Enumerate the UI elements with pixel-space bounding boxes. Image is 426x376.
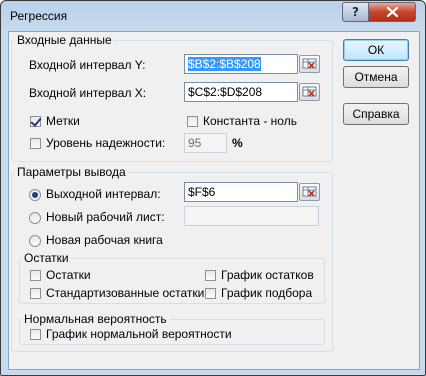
range-picker-y-button[interactable] [299, 55, 320, 73]
new-worksheet-label: Новый рабочий лист: [46, 210, 165, 224]
line-fit-plots-label: График подбора [221, 286, 313, 300]
input-data-group-label: Входные данные [15, 33, 114, 47]
residual-plots-label: График остатков [221, 268, 314, 282]
dialog-title: Регрессия [10, 9, 68, 23]
residuals-label: Остатки [46, 268, 91, 282]
residuals-group-label: Остатки [22, 251, 71, 265]
title-bar[interactable]: Регрессия ? [1, 1, 425, 31]
confidence-level-field[interactable]: 95 [184, 133, 227, 153]
input-x-label: Входной интервал X: [29, 86, 147, 100]
constant-zero-checkbox[interactable] [187, 116, 198, 127]
residual-plots-checkbox[interactable] [205, 270, 216, 281]
labels-checkbox[interactable] [30, 116, 41, 127]
regression-dialog: Регрессия ? Входные данные Входной интер… [0, 0, 426, 376]
confidence-level-label: Уровень надежности: [46, 136, 166, 150]
range-select-icon [302, 186, 317, 197]
range-select-icon [302, 58, 317, 69]
line-fit-plots-checkbox[interactable] [205, 288, 216, 299]
new-workbook-radio[interactable] [29, 235, 41, 247]
constant-zero-label: Константа - ноль [203, 114, 297, 128]
output-range-field[interactable]: $F$6 [184, 182, 298, 202]
output-range-radio[interactable] [29, 189, 41, 201]
confidence-level-checkbox[interactable] [30, 138, 41, 149]
new-worksheet-field[interactable] [184, 206, 319, 226]
help-button[interactable]: Справка [343, 103, 409, 125]
normal-probability-plots-label: График нормальной вероятности [46, 327, 232, 341]
normal-probability-plots-checkbox[interactable] [30, 329, 41, 340]
standardized-residuals-label: Стандартизованные остатки [46, 286, 205, 300]
ok-button[interactable]: ОК [343, 39, 409, 61]
standardized-residuals-checkbox[interactable] [30, 288, 41, 299]
input-x-field[interactable]: $C$2:$D$208 [184, 82, 298, 102]
range-picker-output-button[interactable] [299, 183, 320, 201]
output-range-label: Выходной интервал: [46, 187, 161, 201]
normal-probability-group-label: Нормальная вероятность [22, 312, 169, 326]
cancel-button[interactable]: Отмена [343, 66, 409, 88]
close-icon[interactable] [368, 2, 416, 22]
range-picker-x-button[interactable] [299, 83, 320, 101]
percent-label: % [232, 136, 243, 150]
new-worksheet-radio[interactable] [29, 212, 41, 224]
input-y-field[interactable]: $B$2:$B$208 [184, 54, 298, 74]
help-icon[interactable]: ? [342, 2, 369, 22]
residuals-checkbox[interactable] [30, 270, 41, 281]
labels-label: Метки [46, 114, 80, 128]
output-options-group-label: Параметры вывода [15, 165, 128, 179]
input-y-label: Входной интервал Y: [29, 58, 146, 72]
dialog-client: Входные данные Входной интервал Y: $B$2:… [8, 31, 420, 370]
new-workbook-label: Новая рабочая книга [46, 233, 163, 247]
range-select-icon [302, 86, 317, 97]
